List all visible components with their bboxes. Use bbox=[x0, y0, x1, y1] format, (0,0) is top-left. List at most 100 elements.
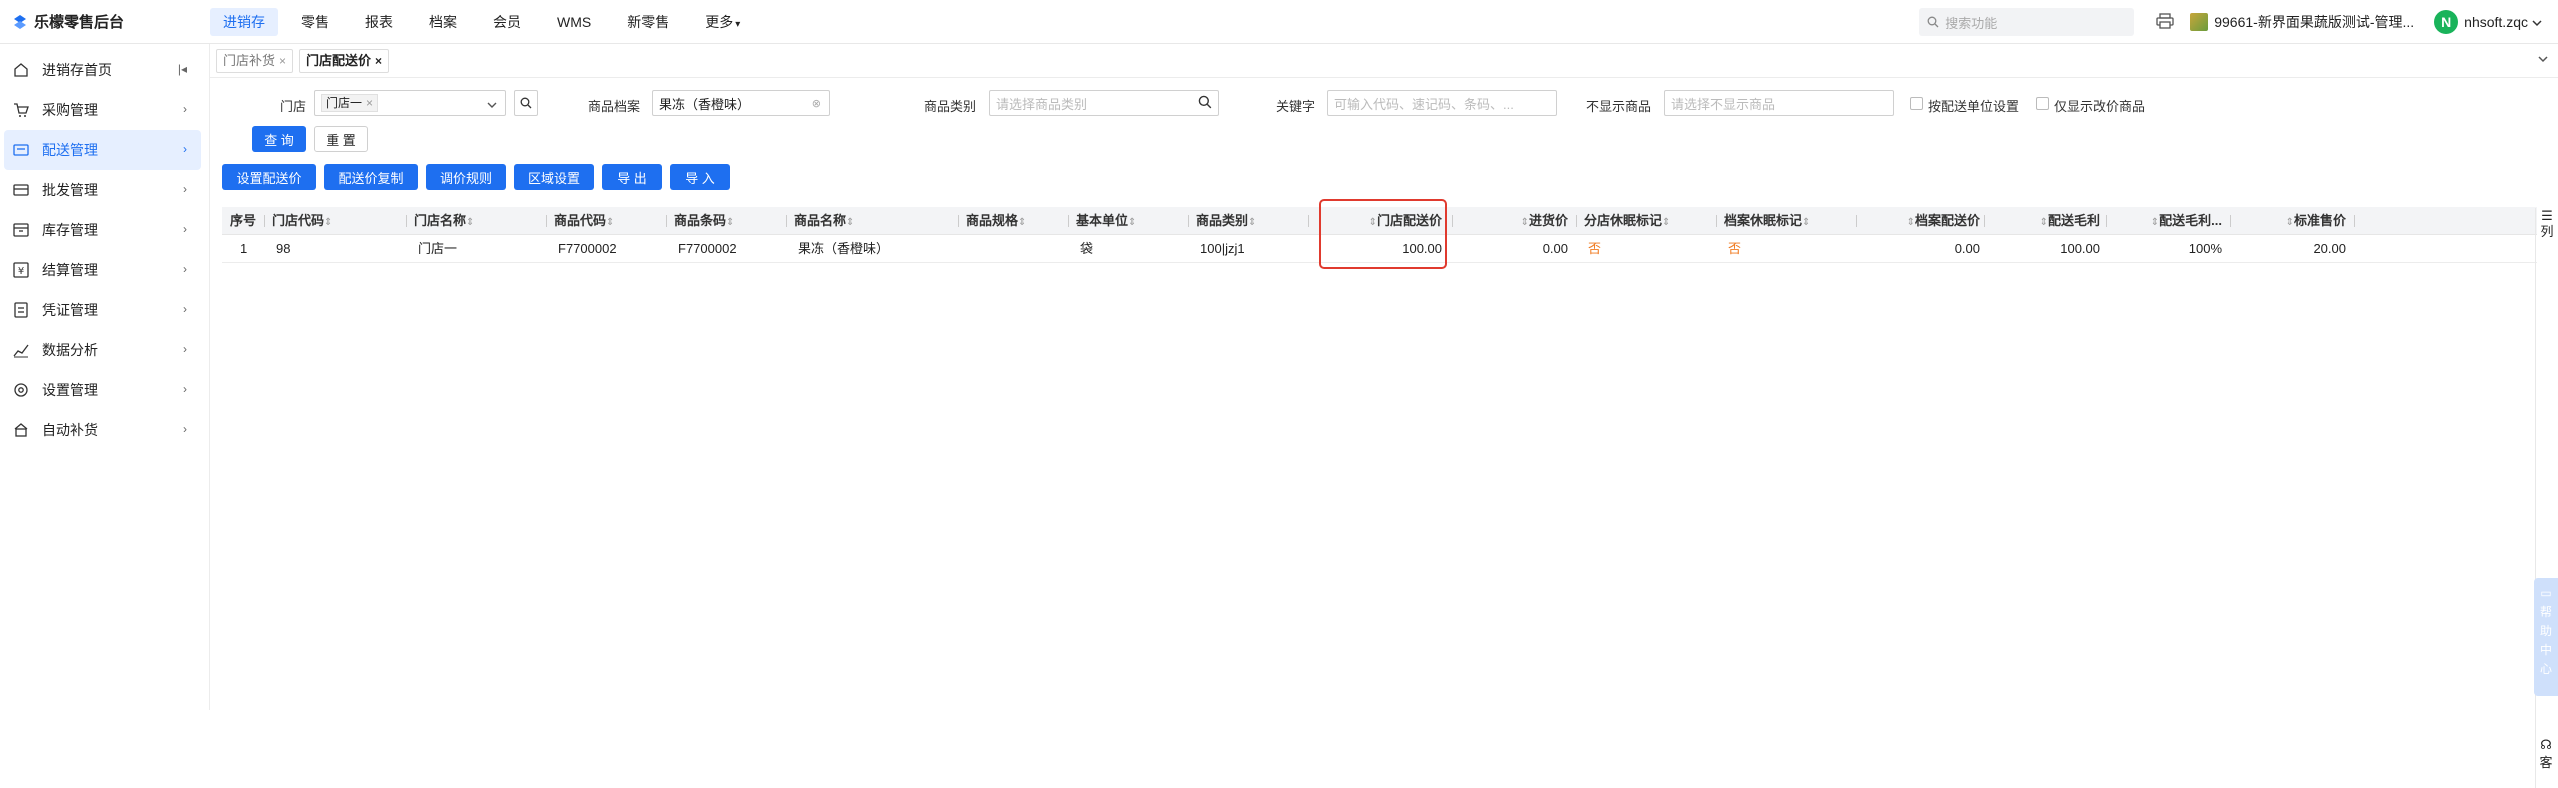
sort-icon[interactable]: ⇕ bbox=[1662, 217, 1670, 228]
tab-store-replenish[interactable]: 门店补货 × bbox=[216, 48, 294, 73]
sidebar-item-home[interactable]: 进销存首页 |◂ bbox=[0, 50, 201, 90]
column-settings-label: 列 bbox=[2540, 224, 2554, 239]
sort-icon[interactable]: ⇕ bbox=[846, 217, 854, 228]
col-header-spec[interactable]: 商品规格⇕ bbox=[966, 207, 1046, 235]
sort-icon[interactable]: ⇕ bbox=[1018, 217, 1026, 228]
cell-barcode: F7700002 bbox=[678, 241, 737, 256]
sidebar-item-distribution[interactable]: 配送管理 › bbox=[4, 130, 201, 170]
store-chip[interactable]: 门店一 × bbox=[321, 94, 379, 112]
col-header-store-name[interactable]: 门店名称⇕ bbox=[414, 207, 504, 235]
help-center-button[interactable]: ▭ 帮 助 中 心 bbox=[2534, 578, 2558, 696]
chevron-down-icon[interactable] bbox=[2532, 14, 2542, 30]
sidebar-item-analytics[interactable]: 数据分析 › bbox=[0, 330, 201, 370]
store-select[interactable]: 门店一 × bbox=[314, 90, 506, 116]
help-char: 中 bbox=[2539, 643, 2552, 657]
col-header-category[interactable]: 商品类别⇕ bbox=[1196, 207, 1286, 235]
col-header-archive-dormant[interactable]: 档案休眠标记⇕ bbox=[1724, 207, 1854, 235]
sort-icon[interactable]: ⇕ bbox=[1521, 217, 1529, 228]
product-select[interactable]: 果冻（香橙味） ⊗ bbox=[652, 90, 830, 116]
col-header-margin-rate[interactable]: ⇕配送毛利... bbox=[2114, 207, 2222, 235]
col-header-label: 门店名称 bbox=[414, 213, 467, 228]
product-value: 果冻（香橙味） bbox=[659, 96, 751, 112]
printer-icon[interactable] bbox=[2156, 12, 2174, 32]
col-header-archive-price[interactable]: ⇕档案配送价 bbox=[1864, 207, 1980, 235]
sidebar-item-settlement[interactable]: ¥ 结算管理 › bbox=[0, 250, 201, 290]
hidden-products-input[interactable]: 请选择不显示商品 bbox=[1664, 90, 1894, 116]
clear-icon[interactable]: ⊗ bbox=[812, 97, 821, 110]
sidebar-item-purchase[interactable]: 采购管理 › bbox=[0, 90, 201, 130]
topnav-archive[interactable]: 档案 bbox=[416, 8, 470, 36]
sort-icon[interactable]: ⇕ bbox=[1128, 217, 1136, 228]
global-search-input[interactable]: 搜索功能 bbox=[1919, 8, 2135, 36]
sidebar-item-label: 进销存首页 bbox=[42, 62, 112, 78]
sort-icon[interactable]: ⇕ bbox=[1248, 217, 1256, 228]
sidebar-item-label: 批发管理 bbox=[42, 182, 98, 198]
keyword-input[interactable]: 可输入代码、速记码、条码、... bbox=[1327, 90, 1557, 116]
close-icon[interactable]: × bbox=[375, 54, 382, 68]
column-settings-button[interactable]: ☰ 列 bbox=[2536, 208, 2558, 252]
col-header-product-code[interactable]: 商品代码⇕ bbox=[554, 207, 644, 235]
export-button[interactable]: 导 出 bbox=[602, 164, 662, 190]
col-header-standard-price[interactable]: ⇕标准售价 bbox=[2238, 207, 2346, 235]
col-header-branch-dormant[interactable]: 分店休眠标记⇕ bbox=[1584, 207, 1714, 235]
sort-icon[interactable]: ⇕ bbox=[1802, 217, 1810, 228]
search-icon[interactable] bbox=[1198, 95, 1212, 112]
chevron-right-icon: › bbox=[183, 302, 187, 316]
topnav-new-retail[interactable]: 新零售 bbox=[614, 8, 682, 36]
store-name[interactable]: 99661-新界面果蔬版测试-管理... bbox=[2214, 12, 2414, 32]
topnav-more[interactable]: 更多 ▾ bbox=[692, 8, 753, 36]
topnav-jinxiaocun[interactable]: 进销存 bbox=[210, 7, 278, 36]
sort-icon[interactable]: ⇕ bbox=[1907, 217, 1915, 228]
query-button[interactable]: 查 询 bbox=[252, 126, 306, 152]
tab-store-distribution-price[interactable]: 门店配送价 × bbox=[299, 48, 390, 73]
user-avatar[interactable]: N bbox=[2434, 10, 2459, 34]
unit-setting-checkbox[interactable] bbox=[1910, 97, 1923, 110]
sort-icon[interactable]: ⇕ bbox=[726, 217, 734, 228]
col-header-store-code[interactable]: 门店代码⇕ bbox=[272, 207, 352, 235]
keyword-placeholder: 可输入代码、速记码、条码、... bbox=[1334, 96, 1514, 112]
col-header-product-name[interactable]: 商品名称⇕ bbox=[794, 207, 884, 235]
close-icon[interactable]: × bbox=[366, 95, 373, 111]
svg-text:¥: ¥ bbox=[18, 266, 24, 277]
col-header-margin[interactable]: ⇕配送毛利 bbox=[1992, 207, 2100, 235]
copy-price-button[interactable]: 配送价复制 bbox=[324, 164, 418, 190]
topnav-reports[interactable]: 报表 bbox=[352, 8, 406, 36]
set-price-button[interactable]: 设置配送价 bbox=[222, 164, 316, 190]
sidebar-item-voucher[interactable]: 凭证管理 › bbox=[0, 290, 201, 330]
col-header-purchase-price[interactable]: ⇕进货价 bbox=[1460, 207, 1568, 235]
sidebar-item-settings[interactable]: 设置管理 › bbox=[0, 370, 201, 410]
category-input[interactable]: 请选择商品类别 bbox=[989, 90, 1219, 116]
close-icon[interactable]: × bbox=[279, 54, 286, 68]
adjust-rule-button[interactable]: 调价规则 bbox=[426, 164, 506, 190]
col-header-barcode[interactable]: 商品条码⇕ bbox=[674, 207, 764, 235]
topnav-retail[interactable]: 零售 bbox=[288, 8, 342, 36]
changed-only-checkbox[interactable] bbox=[2036, 97, 2049, 110]
sort-icon[interactable]: ⇕ bbox=[324, 217, 332, 228]
import-button[interactable]: 导 入 bbox=[670, 164, 730, 190]
collapse-sidebar-icon[interactable]: |◂ bbox=[178, 62, 187, 76]
topnav-member[interactable]: 会员 bbox=[480, 8, 534, 36]
voucher-icon bbox=[12, 301, 30, 319]
sort-icon[interactable]: ⇕ bbox=[2040, 217, 2048, 228]
reset-button[interactable]: 重 置 bbox=[314, 126, 368, 152]
sidebar-item-replenish[interactable]: 自动补货 › bbox=[0, 410, 201, 450]
chevron-down-icon[interactable] bbox=[2538, 52, 2548, 66]
user-name[interactable]: nhsoft.zqc bbox=[2464, 14, 2528, 30]
sort-icon[interactable]: ⇕ bbox=[2286, 217, 2294, 228]
col-header-unit[interactable]: 基本单位⇕ bbox=[1076, 207, 1156, 235]
sort-icon[interactable]: ⇕ bbox=[2151, 217, 2159, 228]
sidebar-item-inventory[interactable]: 库存管理 › bbox=[0, 210, 201, 250]
region-setting-button[interactable]: 区域设置 bbox=[514, 164, 594, 190]
customer-service-button[interactable]: ☊ 客 bbox=[2534, 736, 2558, 788]
topnav-wms[interactable]: WMS bbox=[544, 8, 604, 36]
sidebar-item-wholesale[interactable]: 批发管理 › bbox=[0, 170, 201, 210]
help-char: 心 bbox=[2539, 662, 2552, 676]
store-search-button[interactable] bbox=[514, 90, 538, 116]
store-avatar bbox=[2190, 13, 2209, 31]
col-header-label: 基本单位 bbox=[1076, 213, 1129, 228]
brand[interactable]: 乐檬零售后台 bbox=[0, 11, 210, 32]
col-header-label: 商品规格 bbox=[966, 213, 1019, 228]
sort-icon[interactable]: ⇕ bbox=[466, 217, 474, 228]
sort-icon[interactable]: ⇕ bbox=[606, 217, 614, 228]
keyword-filter-label: 关键字 bbox=[1276, 99, 1316, 114]
